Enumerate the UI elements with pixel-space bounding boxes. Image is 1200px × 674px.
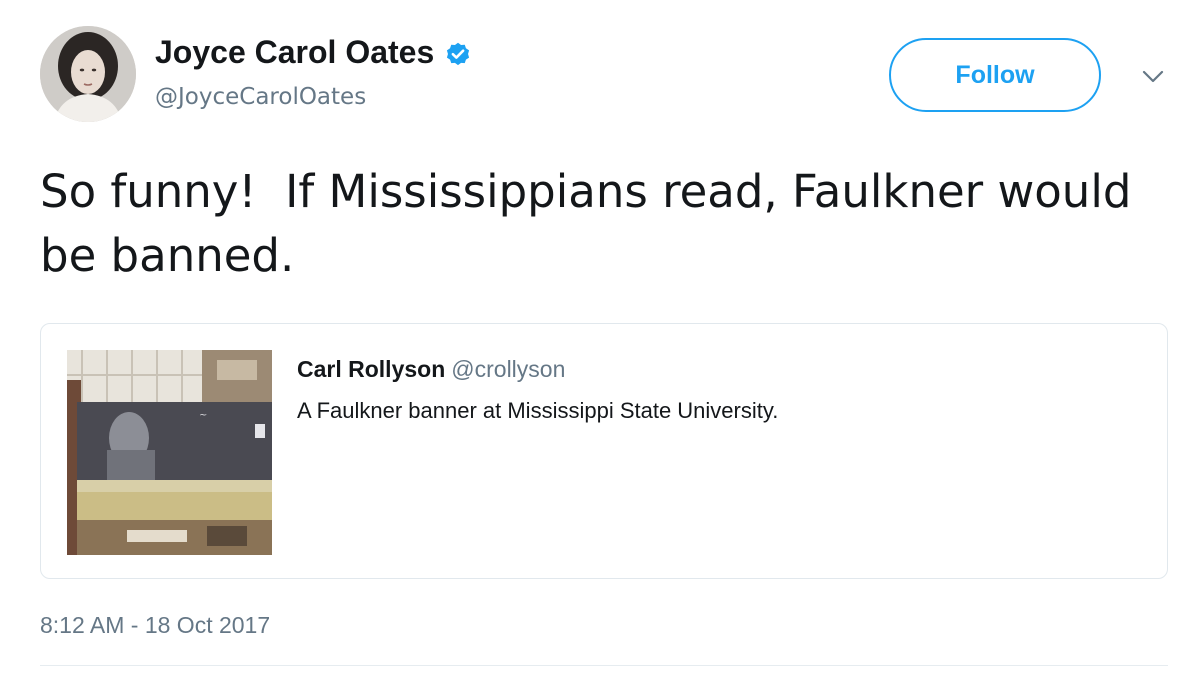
- tweet-card: Joyce Carol Oates @JoyceCarolOates Follo…: [0, 0, 1200, 674]
- verified-badge-icon: [444, 38, 472, 66]
- quoted-author-handle: @crollyson: [451, 356, 566, 382]
- divider: [40, 665, 1168, 666]
- tweet-text: So funny! If Mississippians read, Faulkn…: [40, 165, 1146, 282]
- avatar[interactable]: [40, 26, 136, 122]
- author-name[interactable]: Joyce Carol Oates: [155, 32, 472, 72]
- avatar-photo: [40, 26, 136, 122]
- svg-text:~: ~: [199, 410, 207, 421]
- author-handle[interactable]: @JoyceCarolOates: [155, 82, 366, 112]
- faulkner-banner-photo: ~: [67, 350, 272, 555]
- quoted-author-name: Carl Rollyson: [297, 356, 446, 382]
- tweet-timestamp[interactable]: 8:12 AM - 18 Oct 2017: [40, 610, 270, 640]
- quoted-tweet[interactable]: ~ Carl Rollyson @crollyson A Faulkner ban…: [40, 323, 1168, 579]
- quoted-tweet-image[interactable]: ~: [67, 350, 272, 555]
- chevron-down-icon[interactable]: [1140, 64, 1166, 90]
- quoted-author: Carl Rollyson @crollyson: [297, 354, 565, 384]
- author-name-text[interactable]: Joyce Carol Oates: [155, 32, 434, 72]
- quoted-tweet-text: A Faulkner banner at Mississippi State U…: [297, 398, 779, 423]
- follow-button[interactable]: Follow: [889, 38, 1101, 112]
